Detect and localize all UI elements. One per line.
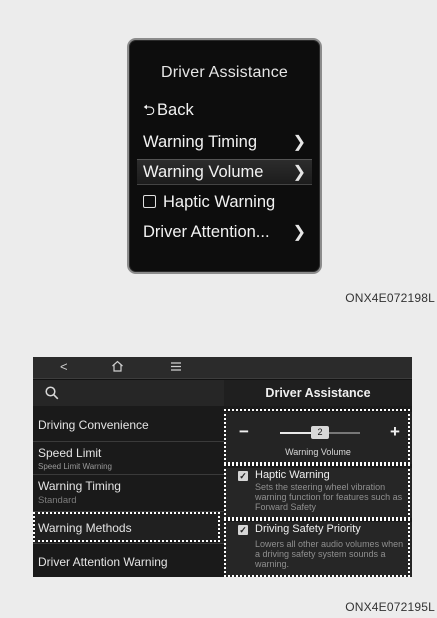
cluster-item-driver-attention[interactable]: Driver Attention... ❯ — [143, 219, 306, 245]
top-bar: < — [33, 357, 412, 379]
option-driving-safety-priority[interactable]: ✓ Driving Safety Priority Lowers all oth… — [224, 522, 412, 577]
home-icon[interactable] — [111, 360, 124, 375]
volume-slider-thumb[interactable]: 2 — [311, 426, 329, 439]
search-bar[interactable] — [33, 380, 224, 406]
sidebar-item-warning-timing[interactable]: Warning Timing Standard — [33, 475, 224, 512]
checkbox-icon[interactable] — [143, 194, 156, 208]
sidebar-item-label: Warning Timing — [38, 479, 121, 493]
cluster-item-label: Haptic Warning — [163, 192, 276, 211]
option-title: Driving Safety Priority — [255, 523, 361, 535]
sidebar-item-driver-attention-warning[interactable]: Driver Attention Warning — [33, 544, 224, 577]
volume-decrease-button[interactable]: − — [239, 422, 249, 442]
image-code-bottom: ONX4E072195L — [345, 600, 435, 614]
sidebar-item-label: Driving Convenience — [38, 418, 149, 432]
option-description: Lowers all other audio volumes when a dr… — [255, 539, 404, 569]
sidebar: Driving Convenience Speed Limit Speed Li… — [33, 406, 224, 577]
cluster-display: Driver Assistance ⮌ Back Warning Timing ❯… — [127, 38, 322, 274]
sidebar-item-label: Warning Methods — [38, 521, 132, 535]
cluster-item-back[interactable]: ⮌ Back — [143, 99, 306, 125]
cluster-item-warning-volume[interactable]: Warning Volume ❯ — [137, 159, 312, 185]
sidebar-item-warning-methods[interactable]: Warning Methods — [33, 512, 224, 544]
menu-icon[interactable] — [170, 360, 182, 375]
sidebar-item-sub: Standard — [38, 495, 77, 506]
volume-label: Warning Volume — [285, 447, 351, 457]
sidebar-item-label: Driver Attention Warning — [38, 555, 168, 569]
cluster-item-label: Warning Timing — [143, 132, 258, 151]
detail-panel: − 2 + Warning Volume ✓ Haptic Warning Se… — [224, 406, 412, 577]
chevron-right-icon: ❯ — [292, 164, 306, 181]
warning-volume-control: − 2 + Warning Volume — [224, 412, 412, 464]
checkbox-checked-icon[interactable]: ✓ — [238, 525, 248, 535]
sidebar-item-sub: Speed Limit Warning — [38, 462, 112, 471]
sidebar-item-driving-convenience[interactable]: Driving Convenience — [33, 406, 224, 442]
cluster-item-label: Back — [157, 100, 194, 119]
image-code-top: ONX4E072198L — [345, 291, 435, 305]
cluster-item-label: Driver Attention... — [143, 222, 270, 241]
cluster-title: Driver Assistance — [161, 64, 288, 81]
back-button[interactable]: < — [60, 359, 68, 374]
chevron-right-icon: ❯ — [292, 224, 306, 241]
volume-increase-button[interactable]: + — [390, 422, 400, 442]
chevron-right-icon: ❯ — [292, 134, 306, 151]
option-description: Sets the steering wheel vibration warnin… — [255, 482, 403, 512]
option-haptic-warning[interactable]: ✓ Haptic Warning Sets the steering wheel… — [224, 468, 412, 518]
option-title: Haptic Warning — [255, 469, 330, 481]
search-icon[interactable] — [45, 386, 59, 400]
infotainment-screen: < Driver Assistance Driving Convenience … — [33, 357, 412, 577]
checkbox-checked-icon[interactable]: ✓ — [238, 471, 248, 481]
cluster-item-haptic-warning[interactable]: Haptic Warning — [143, 189, 306, 215]
sidebar-item-speed-limit[interactable]: Speed Limit Speed Limit Warning — [33, 442, 224, 475]
sidebar-item-label: Speed Limit — [38, 446, 102, 460]
cluster-item-label: Warning Volume — [143, 162, 264, 181]
back-arrow-icon: ⮌ — [143, 101, 156, 119]
page-title: Driver Assistance — [224, 380, 412, 406]
cluster-item-warning-timing[interactable]: Warning Timing ❯ — [143, 129, 306, 155]
